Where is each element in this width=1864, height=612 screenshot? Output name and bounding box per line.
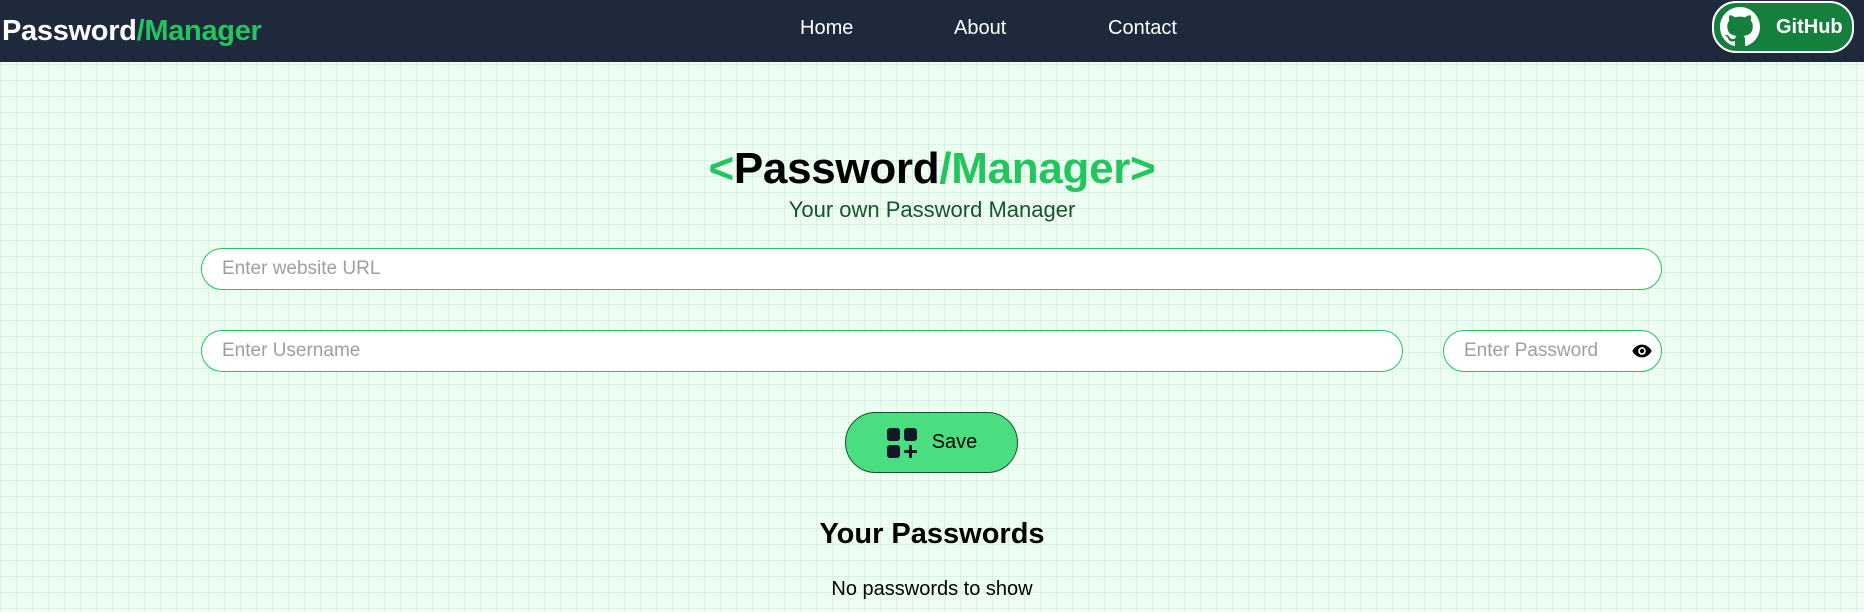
- github-icon: [1718, 5, 1762, 49]
- github-label: GitHub: [1776, 15, 1843, 38]
- hero-title: <Password/Manager>: [0, 144, 1864, 194]
- eye-icon[interactable]: [1630, 339, 1654, 363]
- hero-bracket-close: >: [1130, 144, 1156, 193]
- brand-logo[interactable]: Password/Manager: [2, 0, 262, 62]
- save-button[interactable]: Save: [845, 412, 1018, 473]
- nav-link-contact[interactable]: Contact: [1108, 0, 1177, 62]
- hero-title-main: Password: [733, 144, 940, 193]
- nav-link-home[interactable]: Home: [800, 0, 853, 62]
- brand-accent: /Manager: [136, 14, 262, 47]
- navbar: Password/Manager Home About Contact GitH…: [0, 0, 1864, 62]
- grid-add-icon: [886, 427, 918, 459]
- nav-links: Home About Contact: [0, 0, 1864, 62]
- hero-bracket-open: <: [708, 144, 734, 193]
- hero-subtitle: Your own Password Manager: [788, 197, 1076, 222]
- github-button[interactable]: GitHub: [1712, 1, 1854, 53]
- hero-title-accent: /Manager: [939, 144, 1131, 193]
- save-label: Save: [931, 431, 978, 453]
- empty-passwords-message: No passwords to show: [831, 578, 1033, 600]
- passwords-section-title: Your Passwords: [819, 518, 1045, 550]
- username-input[interactable]: [201, 330, 1403, 372]
- password-field-wrapper: [1443, 330, 1662, 372]
- brand-main: Password: [2, 14, 137, 47]
- nav-link-about[interactable]: About: [954, 0, 1006, 62]
- website-url-input[interactable]: [201, 248, 1662, 290]
